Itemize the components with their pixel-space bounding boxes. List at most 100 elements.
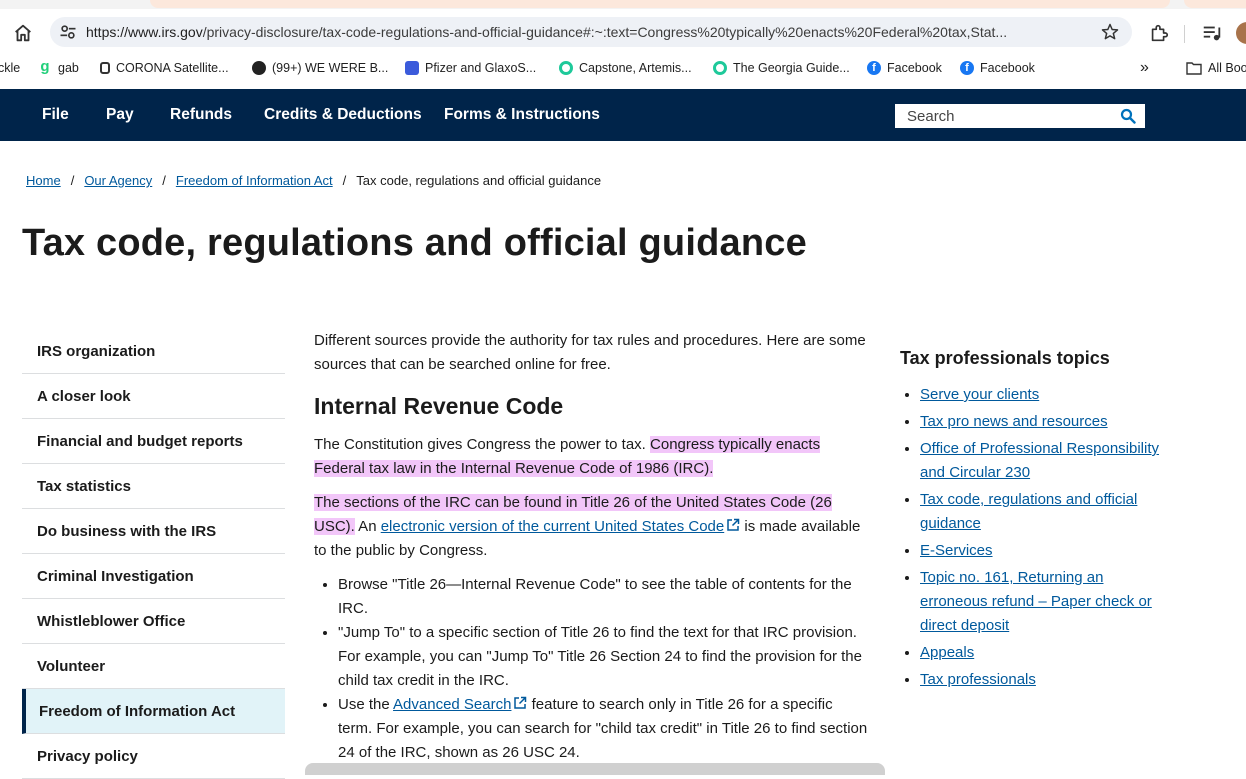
site-info-icon[interactable] (58, 22, 78, 42)
list-item: Serve your clients (920, 383, 1170, 407)
corona-icon (100, 62, 110, 74)
paragraph-text: An (354, 518, 381, 535)
sidebar-item-tax-statistics[interactable]: Tax statistics (22, 464, 285, 509)
main-navigation: File Pay Refunds Credits & Deductions Fo… (0, 89, 1246, 141)
url-host: https://www.irs.gov (86, 24, 203, 40)
bookmark-star-icon[interactable] (1100, 22, 1120, 42)
profile-avatar[interactable] (1236, 22, 1246, 44)
breadcrumb-current: Tax code, regulations and official guida… (356, 173, 602, 188)
bottom-overlay-edge (305, 763, 885, 775)
bookmark-item[interactable]: CORONA Satellite... (100, 61, 229, 75)
intro-paragraph: Different sources provide the authority … (314, 332, 866, 373)
extensions-icon[interactable] (1148, 22, 1170, 44)
bookmark-item[interactable]: ckle (0, 61, 20, 75)
list-item: Tax pro news and resources (920, 410, 1170, 434)
breadcrumb-home[interactable]: Home (26, 173, 61, 188)
bookmark-label: CORONA Satellite... (116, 61, 229, 75)
topic-link-e-services[interactable]: E-Services (920, 542, 993, 559)
search-icon[interactable] (1120, 108, 1136, 124)
topic-link-topic-161[interactable]: Topic no. 161, Returning an erroneous re… (920, 569, 1152, 634)
all-bookmarks-folder[interactable]: All Boo (1186, 61, 1246, 75)
breadcrumb-separator: / (162, 173, 166, 188)
bookmark-label: Facebook (980, 61, 1035, 75)
section-sidebar: IRS organization A closer look Financial… (22, 329, 285, 779)
breadcrumb-separator: / (70, 173, 75, 188)
irc-heading: Internal Revenue Code (314, 393, 564, 419)
bookmark-item[interactable]: f Facebook (867, 61, 942, 75)
bookmark-item[interactable]: g gab (38, 58, 79, 75)
sidebar-item-irs-organization[interactable]: IRS organization (22, 329, 285, 374)
list-item: Topic no. 161, Returning an erroneous re… (920, 566, 1170, 638)
bookmark-item[interactable]: f Facebook (960, 61, 1035, 75)
bookmark-label: All Boo (1208, 61, 1246, 75)
bookmark-label: Facebook (887, 61, 942, 75)
sidebar-item-financial-reports[interactable]: Financial and budget reports (22, 419, 285, 464)
address-bar[interactable]: https://www.irs.gov/privacy-disclosure/t… (50, 17, 1132, 47)
bookmark-item[interactable]: Pfizer and GlaxoS... (405, 61, 536, 75)
topic-link-opr-circular-230[interactable]: Office of Professional Responsibility an… (920, 440, 1159, 481)
pfizer-icon (405, 61, 419, 75)
more-bookmarks-icon[interactable]: » (1140, 59, 1149, 77)
list-item: Tax code, regulations and official guida… (920, 488, 1170, 536)
list-item: Browse "Title 26—Internal Revenue Code" … (338, 573, 870, 621)
sidebar-item-do-business[interactable]: Do business with the IRS (22, 509, 285, 554)
sidebar-item-volunteer[interactable]: Volunteer (22, 644, 285, 689)
sidebar-item-whistleblower[interactable]: Whistleblower Office (22, 599, 285, 644)
url-path: /privacy-disclosure/tax-code-regulations… (202, 24, 1008, 40)
breadcrumb: Home / Our Agency / Freedom of Information A… (26, 173, 601, 188)
facebook-icon: f (960, 61, 974, 75)
active-tab[interactable] (150, 0, 1170, 8)
list-item: Tax professionals (920, 668, 1170, 692)
topic-link-serve-clients[interactable]: Serve your clients (920, 386, 1039, 403)
topic-link-appeals[interactable]: Appeals (920, 644, 974, 661)
bookmark-label: The Georgia Guide... (733, 61, 850, 75)
nav-pay[interactable]: Pay (106, 106, 134, 124)
related-topics-list: Serve your clients Tax pro news and reso… (920, 383, 1170, 692)
external-link-icon (727, 518, 740, 531)
bookmark-item[interactable]: Capstone, Artemis... (559, 61, 692, 75)
bookmarks-bar: ckle g gab CORONA Satellite... (99+) WE W… (0, 55, 1246, 83)
breadcrumb-our-agency[interactable]: Our Agency (84, 173, 152, 188)
topic-link-tax-professionals[interactable]: Tax professionals (920, 671, 1036, 688)
nav-refunds[interactable]: Refunds (170, 106, 232, 124)
irc-paragraph-2: The sections of the IRC can be found in … (314, 491, 870, 563)
bookmark-item[interactable]: (99+) WE WERE B... (252, 61, 388, 75)
site-search (895, 104, 1145, 128)
paragraph-text: The Constitution gives Congress the powe… (314, 436, 651, 453)
topic-link-tax-pro-news[interactable]: Tax pro news and resources (920, 413, 1108, 430)
sidebar-item-privacy-policy[interactable]: Privacy policy (22, 734, 285, 779)
breadcrumb-foia[interactable]: Freedom of Information Act (176, 173, 333, 188)
gab-icon: g (40, 58, 50, 75)
advanced-search-link[interactable]: Advanced Search (393, 696, 511, 713)
bookmark-label: (99+) WE WERE B... (272, 61, 389, 75)
main-content: Different sources provide the authority … (314, 329, 870, 765)
nav-forms-instructions[interactable]: Forms & Instructions (444, 106, 600, 124)
facebook-icon: f (867, 61, 881, 75)
sidebar-item-closer-look[interactable]: A closer look (22, 374, 285, 419)
irc-paragraph-1: The Constitution gives Congress the powe… (314, 433, 870, 481)
sidebar-item-criminal-investigation[interactable]: Criminal Investigation (22, 554, 285, 599)
url-text[interactable]: https://www.irs.gov/privacy-disclosure/t… (86, 24, 1086, 40)
bookmark-item[interactable]: The Georgia Guide... (713, 61, 850, 75)
list-item: "Jump To" to a specific section of Title… (338, 621, 870, 693)
folder-icon (1186, 62, 1202, 75)
home-icon[interactable] (12, 22, 34, 44)
nav-credits-deductions[interactable]: Credits & Deductions (264, 106, 422, 124)
media-controls-icon[interactable] (1201, 22, 1223, 44)
browser-toolbar: https://www.irs.gov/privacy-disclosure/t… (0, 9, 1246, 55)
list-item: Appeals (920, 641, 1170, 665)
georgia-icon (713, 61, 727, 75)
topic-link-tax-code[interactable]: Tax code, regulations and official guida… (920, 491, 1137, 532)
related-topics-sidebar: Tax professionals topics Serve your clie… (900, 348, 1170, 695)
list-item: Office of Professional Responsibility an… (920, 437, 1170, 485)
tab[interactable] (1184, 0, 1246, 8)
sidebar-item-foia[interactable]: Freedom of Information Act (22, 689, 285, 734)
bookmark-label: gab (58, 61, 79, 75)
search-input[interactable] (896, 105, 1106, 127)
breadcrumb-separator: / (342, 173, 347, 188)
bookmark-label: ckle (0, 61, 21, 75)
us-code-link[interactable]: electronic version of the current United… (381, 518, 725, 535)
list-item: Use the Advanced Search feature to searc… (338, 693, 870, 765)
irc-list: Browse "Title 26—Internal Revenue Code" … (338, 573, 870, 765)
nav-file[interactable]: File (42, 106, 69, 124)
